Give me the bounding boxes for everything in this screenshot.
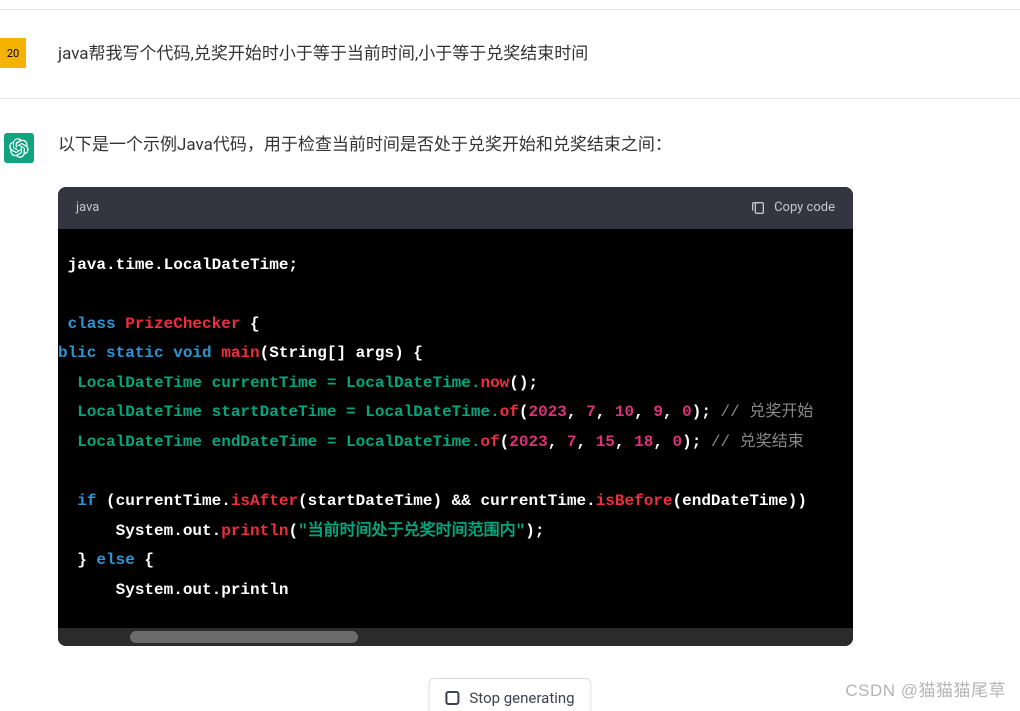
stop-icon	[445, 691, 459, 705]
assistant-content: 以下是一个示例Java代码，用于检查当前时间是否处于兑奖开始和兑奖结束之间： j…	[58, 133, 1020, 646]
code-header: java Copy code	[58, 187, 853, 229]
copy-code-label: Copy code	[774, 200, 835, 215]
user-badge: 20	[0, 38, 26, 68]
horizontal-scrollbar[interactable]	[58, 628, 853, 646]
clipboard-icon	[750, 200, 766, 216]
openai-logo-icon	[9, 138, 29, 158]
code-content[interactable]: java.time.LocalDateTime; class PrizeChec…	[58, 229, 853, 628]
stop-generating-button[interactable]: Stop generating	[428, 678, 591, 711]
code-block: java Copy code java.time.LocalDateTime; …	[58, 187, 853, 646]
code-language-label: java	[76, 200, 99, 215]
copy-code-button[interactable]: Copy code	[750, 200, 835, 216]
assistant-message-row: 以下是一个示例Java代码，用于检查当前时间是否处于兑奖开始和兑奖结束之间： j…	[0, 99, 1020, 646]
assistant-intro-text: 以下是一个示例Java代码，用于检查当前时间是否处于兑奖开始和兑奖结束之间：	[58, 133, 1020, 159]
scroll-thumb[interactable]	[130, 631, 358, 643]
user-message-text: java帮我写个代码,兑奖开始时小于等于当前时间,小于等于兑奖结束时间	[58, 42, 588, 68]
watermark: CSDN @猫猫猫尾草	[845, 676, 1006, 701]
assistant-avatar	[4, 133, 34, 163]
stop-generating-label: Stop generating	[469, 689, 574, 707]
user-message-row: 20 java帮我写个代码,兑奖开始时小于等于当前时间,小于等于兑奖结束时间	[0, 10, 1020, 98]
